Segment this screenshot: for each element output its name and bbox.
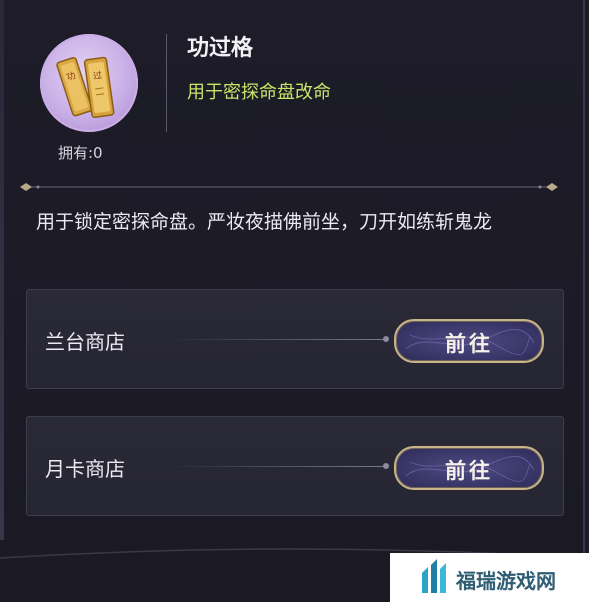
watermark-logo-icon [422,559,446,593]
shop-connector-dot [383,463,389,469]
shop-connector-dot [383,336,389,342]
shop-connector-line [167,339,387,340]
watermark-text: 福瑞游戏网 [456,569,556,593]
ornamental-divider [20,183,558,191]
shop-card-monthly: 月卡商店 前往 [26,416,564,516]
header-divider [166,34,167,132]
go-to-shop-button[interactable]: 前往 [394,319,544,363]
shop-name: 月卡商店 [45,457,125,481]
shop-name: 兰台商店 [45,330,125,354]
site-watermark: 福瑞游戏网 [390,553,589,602]
item-subtitle: 用于密探命盘改命 [187,82,331,103]
go-to-shop-button[interactable]: 前往 [394,446,544,490]
go-button-label: 前往 [445,459,493,483]
owned-count: 拥有:0 [58,144,103,162]
item-title: 功过格 [187,36,254,61]
item-description: 用于锁定密探命盘。严妆夜描佛前坐，刀开如练斩鬼龙 [36,211,493,233]
shop-card-lantai: 兰台商店 前往 [26,289,564,389]
item-icon-frame: 功 过 [40,34,138,132]
golden-tablets-icon: 功 过 [56,56,115,119]
shop-connector-line [167,466,387,467]
item-detail-panel: 功 过 拥有:0 功过格 用于密探命盘改命 用于锁定密探命盘。严妆夜描佛前坐，刀… [0,0,585,602]
go-button-label: 前往 [445,332,493,356]
panel-left-edge [0,0,4,540]
